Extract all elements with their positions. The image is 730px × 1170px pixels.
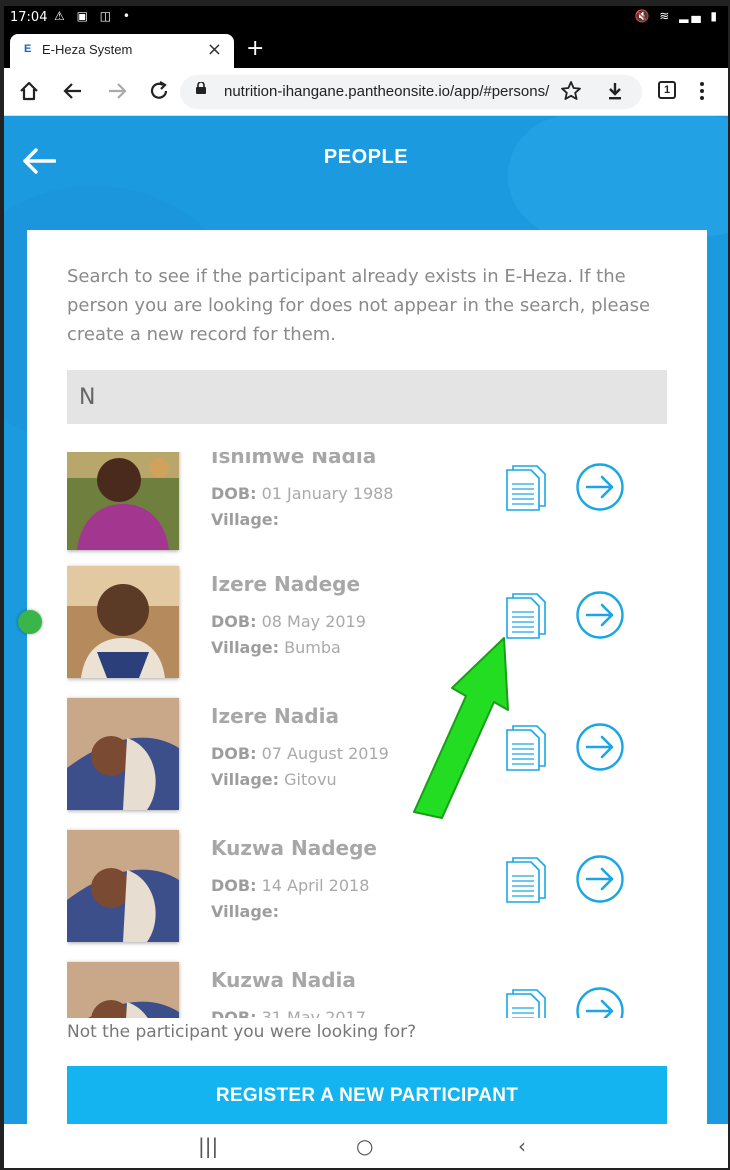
not-found-text: Not the participant you were looking for… xyxy=(67,1022,417,1042)
participant-row: Izere Nadia DOB: 07 August 2019 Village:… xyxy=(67,698,667,818)
participant-row: Kuzwa Nadege DOB: 14 April 2018 Village: xyxy=(67,830,667,950)
forward-icon[interactable] xyxy=(106,80,128,102)
participant-dob: DOB: 01 January 1988 xyxy=(211,484,394,503)
participant-row: Ishimwe Nadia DOB: 01 January 1988 Villa… xyxy=(67,452,667,558)
participant-name: Izere Nadia xyxy=(211,704,339,728)
participant-village: Village: xyxy=(211,902,280,921)
url-text: nutrition-ihangane.pantheonsite.io/app/#… xyxy=(224,83,550,100)
new-tab-icon[interactable]: + xyxy=(246,36,264,61)
document-icon[interactable] xyxy=(505,724,547,772)
browser-toolbar: nutrition-ihangane.pantheonsite.io/app/#… xyxy=(4,68,728,116)
participant-row: Izere Nadege DOB: 08 May 2019 Village: B… xyxy=(67,566,667,686)
floating-widget-icon[interactable] xyxy=(18,610,42,634)
participant-photo xyxy=(67,698,179,810)
participant-village: Village: Gitovu xyxy=(211,770,337,789)
search-input[interactable] xyxy=(67,370,667,424)
tab-title: E-Heza System xyxy=(42,42,133,57)
status-bar: 17:04 ⚠ ▣ ◫ • 🔇 ≋ ▂▄ ▮ xyxy=(4,6,728,30)
people-card: Search to see if the participant already… xyxy=(27,230,707,1124)
participant-village: Village: xyxy=(211,510,280,529)
favicon-icon: E xyxy=(24,43,32,55)
register-participant-button[interactable]: REGISTER A NEW PARTICIPANT xyxy=(67,1066,667,1124)
back-icon[interactable] xyxy=(62,80,84,102)
app-header: PEOPLE xyxy=(4,116,728,198)
participant-dob: DOB: 07 August 2019 xyxy=(211,744,389,763)
arrow-right-circle-icon[interactable] xyxy=(575,462,625,512)
participant-row: Kuzwa Nadia DOB: 31 May 2017 Village: xyxy=(67,962,667,1018)
lock-icon xyxy=(196,82,206,94)
participant-photo xyxy=(67,962,179,1018)
participant-dob: DOB: 14 April 2018 xyxy=(211,876,370,895)
home-icon[interactable] xyxy=(18,80,40,102)
app-background: PEOPLE Search to see if the participant … xyxy=(4,116,728,1124)
participant-name: Kuzwa Nadege xyxy=(211,836,377,860)
system-icons: 🔇 ≋ ▂▄ ▮ xyxy=(634,9,720,23)
participant-photo xyxy=(67,566,179,678)
arrow-right-circle-icon[interactable] xyxy=(575,854,625,904)
arrow-right-circle-icon[interactable] xyxy=(575,722,625,772)
participant-photo xyxy=(67,452,179,550)
participant-dob: DOB: 31 May 2017 xyxy=(211,1008,366,1018)
notification-icons: ⚠ ▣ ◫ • xyxy=(54,9,134,23)
arrow-right-circle-icon[interactable] xyxy=(575,590,625,640)
participant-dob: DOB: 08 May 2019 xyxy=(211,612,366,631)
document-icon[interactable] xyxy=(505,988,547,1018)
browser-tab[interactable]: E E-Heza System × xyxy=(10,34,234,68)
participant-list[interactable]: Ishimwe Nadia DOB: 01 January 1988 Villa… xyxy=(67,452,667,1018)
nav-back-icon[interactable]: ‹ xyxy=(518,1134,526,1158)
tab-count-button[interactable]: 1 xyxy=(658,81,676,99)
document-icon[interactable] xyxy=(505,464,547,512)
intro-text: Search to see if the participant already… xyxy=(67,266,651,345)
home-button-icon[interactable]: ○ xyxy=(356,1134,373,1158)
navigation-bar: ||| ○ ‹ xyxy=(4,1124,728,1168)
participant-photo xyxy=(67,830,179,942)
arrow-right-circle-icon[interactable] xyxy=(575,986,625,1018)
participant-name: Kuzwa Nadia xyxy=(211,968,356,992)
bookmark-star-icon[interactable] xyxy=(560,80,582,102)
participant-name: Izere Nadege xyxy=(211,572,361,596)
close-tab-icon[interactable]: × xyxy=(207,39,222,60)
clock: 17:04 xyxy=(10,10,48,25)
device-screen: 17:04 ⚠ ▣ ◫ • 🔇 ≋ ▂▄ ▮ E E-Heza System ×… xyxy=(4,6,728,1168)
tab-strip: E E-Heza System × + xyxy=(4,30,728,68)
participant-name: Ishimwe Nadia xyxy=(211,452,377,468)
participant-village: Village: Bumba xyxy=(211,638,341,657)
download-icon[interactable] xyxy=(604,80,626,102)
recents-icon[interactable]: ||| xyxy=(198,1134,218,1158)
document-icon[interactable] xyxy=(505,856,547,904)
document-icon[interactable] xyxy=(505,592,547,640)
page-title: PEOPLE xyxy=(323,146,409,168)
menu-kebab-icon[interactable] xyxy=(698,80,706,102)
reload-icon[interactable] xyxy=(148,80,170,102)
